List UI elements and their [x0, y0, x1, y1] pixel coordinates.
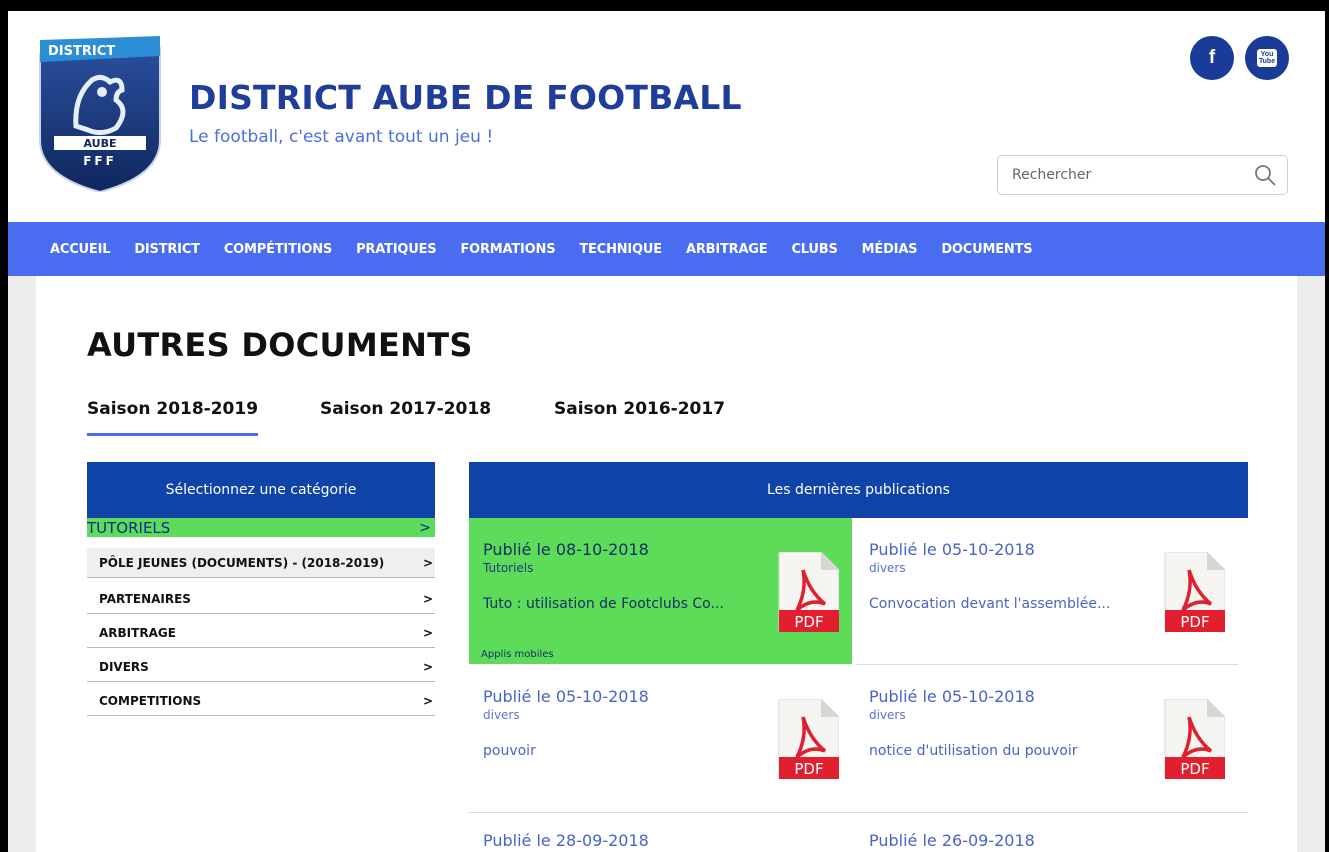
chevron-right-icon: >	[422, 693, 433, 708]
main-nav: ACCUEIL DISTRICT COMPÉTITIONS PRATIQUES …	[8, 222, 1325, 276]
facebook-icon: f	[1208, 47, 1216, 68]
tab-season-2018-2019[interactable]: Saison 2018-2019	[87, 399, 259, 436]
svg-text:PDF: PDF	[1180, 760, 1209, 778]
pdf-icon[interactable]: PDF	[777, 552, 839, 632]
publication-date: Publié le 05-10-2018	[869, 540, 1035, 559]
pdf-icon[interactable]: PDF	[1163, 552, 1225, 632]
category-item-label: COMPETITIONS	[99, 693, 202, 708]
publication-card[interactable]: Publié le 28-09-2018	[469, 813, 852, 852]
site-tagline: Le football, c'est avant tout un jeu !	[189, 127, 494, 147]
svg-text:AUBE: AUBE	[83, 137, 116, 150]
svg-text:DISTRICT: DISTRICT	[48, 44, 115, 59]
category-item-label: DIVERS	[99, 659, 149, 674]
publication-title[interactable]: pouvoir	[483, 743, 773, 759]
category-item-competitions[interactable]: COMPETITIONS >	[87, 686, 435, 716]
publication-date: Publié le 26-09-2018	[869, 831, 1035, 850]
svg-text:PDF: PDF	[794, 613, 823, 631]
nav-item-pratiques[interactable]: PRATIQUES	[344, 242, 448, 257]
publication-card[interactable]: Publié le 05-10-2018 divers Convocation …	[855, 518, 1238, 664]
chevron-right-icon: >	[422, 591, 433, 606]
publication-card[interactable]: Publié le 26-09-2018	[855, 813, 1238, 852]
category-item-label: PÔLE JEUNES (DOCUMENTS) - (2018-2019)	[99, 555, 385, 570]
publication-date: Publié le 05-10-2018	[869, 687, 1035, 706]
publication-title[interactable]: Convocation devant l'assemblée...	[869, 596, 1159, 612]
nav-item-documents[interactable]: DOCUMENTS	[929, 242, 1044, 257]
district-logo[interactable]: DISTRICT AUBE FFF	[36, 36, 164, 192]
publication-category: divers	[869, 708, 906, 722]
nav-item-competitions[interactable]: COMPÉTITIONS	[212, 242, 344, 257]
svg-text:PDF: PDF	[794, 760, 823, 778]
publication-category: divers	[483, 708, 520, 722]
nav-item-arbitrage[interactable]: ARBITRAGE	[674, 242, 780, 257]
publication-title[interactable]: notice d'utilisation du pouvoir	[869, 743, 1159, 759]
pdf-icon[interactable]: PDF	[777, 699, 839, 779]
publication-card[interactable]: Publié le 05-10-2018 divers pouvoir PDF	[469, 665, 852, 811]
nav-item-technique[interactable]: TECHNIQUE	[567, 242, 674, 257]
category-item-tutoriels[interactable]: TUTORIELS >	[87, 518, 435, 537]
publication-category: divers	[869, 561, 906, 575]
publication-date: Publié le 28-09-2018	[483, 831, 649, 850]
facebook-button[interactable]: f	[1190, 36, 1234, 80]
publication-title[interactable]: Tuto : utilisation de Footclubs Co...	[483, 596, 773, 612]
content-gutter-right	[1297, 276, 1325, 852]
search-icon[interactable]	[1253, 163, 1277, 187]
category-item-label: ARBITRAGE	[99, 625, 176, 640]
publication-date: Publié le 08-10-2018	[483, 540, 649, 559]
window-frame-top	[0, 0, 1329, 11]
chevron-right-icon: >	[422, 625, 433, 640]
search-input[interactable]	[998, 157, 1253, 193]
tab-season-2017-2018[interactable]: Saison 2017-2018	[320, 399, 491, 419]
content-gutter-left	[8, 276, 36, 852]
youtube-button[interactable]: You Tube	[1245, 36, 1289, 80]
pdf-icon[interactable]: PDF	[1163, 699, 1225, 779]
category-panel-header: Sélectionnez une catégorie	[87, 462, 435, 518]
nav-item-clubs[interactable]: CLUBS	[779, 242, 849, 257]
window-frame-right	[1325, 0, 1329, 852]
publication-date: Publié le 05-10-2018	[483, 687, 649, 706]
category-item-divers[interactable]: DIVERS >	[87, 652, 435, 682]
site-title[interactable]: DISTRICT AUBE DE FOOTBALL	[189, 78, 742, 117]
nav-item-formations[interactable]: FORMATIONS	[448, 242, 567, 257]
category-item-partenaires[interactable]: PARTENAIRES >	[87, 584, 435, 614]
search-box	[997, 155, 1288, 195]
publication-card[interactable]: Publié le 08-10-2018 Tutoriels Tuto : ut…	[469, 518, 852, 664]
publications-panel-header: Les dernières publications	[469, 462, 1248, 518]
category-item-label: PARTENAIRES	[99, 591, 191, 606]
publication-tag: Applis mobiles	[481, 649, 554, 660]
nav-item-district[interactable]: DISTRICT	[122, 242, 212, 257]
window-frame-left	[0, 0, 8, 852]
tab-season-2016-2017[interactable]: Saison 2016-2017	[554, 399, 725, 419]
chevron-right-icon: >	[419, 519, 431, 536]
svg-text:PDF: PDF	[1180, 613, 1209, 631]
page-title: AUTRES DOCUMENTS	[87, 326, 473, 364]
publication-card[interactable]: Publié le 05-10-2018 divers notice d'uti…	[855, 665, 1238, 811]
svg-text:FFF: FFF	[83, 154, 117, 168]
chevron-right-icon: >	[422, 659, 433, 674]
chevron-right-icon: >	[422, 555, 433, 570]
nav-item-medias[interactable]: MÉDIAS	[850, 242, 930, 257]
nav-item-accueil[interactable]: ACCUEIL	[8, 242, 122, 257]
youtube-icon: You Tube	[1256, 49, 1278, 67]
category-item-arbitrage[interactable]: ARBITRAGE >	[87, 618, 435, 648]
category-item-pole-jeunes[interactable]: PÔLE JEUNES (DOCUMENTS) - (2018-2019) >	[87, 548, 435, 578]
publication-category: Tutoriels	[483, 561, 534, 575]
category-item-label: TUTORIELS	[87, 518, 171, 537]
